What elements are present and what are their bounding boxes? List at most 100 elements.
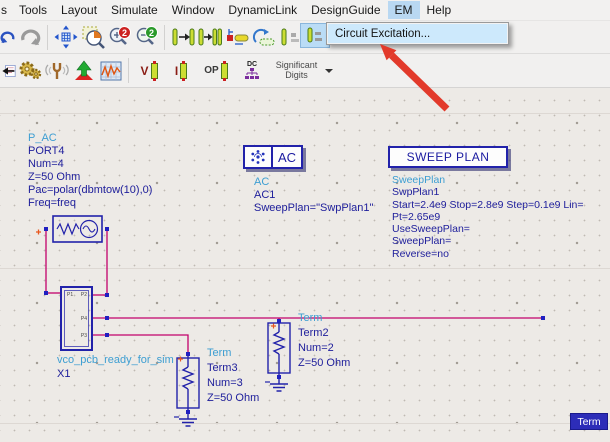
menu-item-tools[interactable]: Tools (12, 1, 54, 19)
zoom-to-fit-icon (54, 25, 77, 49)
toolbar-row-2: V I OP DC Significant Digits (0, 53, 610, 88)
x1-subcircuit-symbol[interactable]: P1 P2 P4 P3 (60, 286, 93, 351)
redo-button[interactable] (16, 24, 43, 51)
term2-annotation[interactable]: Term Term2 Num=2 Z=50 Ohm (298, 311, 350, 371)
menu-bar: s Tools Layout Simulate Window DynamicLi… (0, 0, 610, 20)
voltage-probe-icon (150, 60, 158, 81)
pin-label-p3: P3 (81, 333, 87, 339)
menu-item-designguide[interactable]: DesignGuide (304, 1, 387, 19)
toolbar-separator (128, 58, 129, 83)
current-label-button[interactable]: I (165, 57, 197, 84)
sweep-plan-param: SwpPlan1 (392, 186, 440, 199)
chevron-down-icon (324, 68, 333, 73)
op-label-button[interactable]: OP (197, 57, 235, 84)
menu-item-layout[interactable]: Layout (54, 1, 104, 19)
back-annotate-button[interactable] (0, 57, 16, 84)
insert-pin-icon (172, 28, 194, 46)
svg-text:2: 2 (148, 28, 153, 38)
pin-label-p4: P4 (81, 316, 87, 322)
x1-instance-name: vco_pcb_ready_for_sim (57, 354, 174, 366)
data-display-button[interactable] (97, 57, 124, 84)
toolbar-separator (164, 24, 165, 50)
insert-pin-double-icon (198, 28, 222, 46)
insert-pin-double-button[interactable] (196, 24, 223, 51)
undo-button[interactable] (0, 24, 16, 51)
svg-text:2: 2 (121, 28, 126, 38)
schematic-canvas[interactable]: P1 P2 P4 P3 AC SWEEP PLAN P_AC PORT4 Num… (0, 88, 610, 442)
pin-hover-icon (307, 27, 322, 42)
sweep-plan-box[interactable]: SWEEP PLAN (388, 146, 508, 168)
pac-param: Num=4 (28, 158, 64, 170)
zoom-in-2x-icon: 2 (109, 26, 131, 45)
menu-item-cutoff[interactable]: s (0, 1, 12, 19)
sweep-plan-param: UseSweepPlan= (392, 223, 470, 236)
voltage-letter: V (140, 63, 149, 78)
sweep-plan-param: SweepPlan= (392, 235, 452, 248)
data-display-icon (100, 61, 121, 80)
dc-label: DC (246, 61, 258, 68)
zoom-area-button[interactable] (79, 24, 106, 51)
tune-icon (44, 62, 69, 79)
zoom-in-2x-button[interactable]: 2 (106, 24, 133, 51)
menu-item-dynamiclink[interactable]: DynamicLink (221, 1, 304, 19)
ac-annotation[interactable]: AC AC1 SweepPlan="SwpPlan1" (254, 176, 373, 215)
zoom-area-icon (82, 26, 105, 49)
current-probe-icon (180, 60, 188, 81)
op-letters: OP (204, 65, 219, 76)
term3-param: Term3 (207, 362, 238, 374)
pin-label-p1: P1 (67, 292, 73, 298)
term2-instance-name: Term (298, 312, 323, 324)
pac-param: Z=50 Ohm (28, 171, 81, 183)
dc-annotation-icon (245, 68, 259, 79)
significant-digits-label: Significant Digits (275, 60, 318, 80)
simulation-settings-button[interactable] (16, 57, 43, 84)
sweep-plan-box-label: SWEEP PLAN (406, 150, 490, 164)
term3-symbol[interactable] (174, 356, 200, 427)
sweep-plan-param: Reverse=no (392, 247, 449, 260)
term3-annotation[interactable]: Term Term3 Num=3 Z=50 Ohm (207, 346, 259, 406)
sweep-plan-param: Pt=2.65e9 (392, 210, 441, 223)
dc-annotation-button[interactable]: DC (235, 57, 269, 84)
term3-instance-name: Term (207, 347, 232, 359)
zoom-to-fit-button[interactable] (52, 24, 79, 51)
redo-icon (20, 29, 40, 46)
menu-item-window[interactable]: Window (165, 1, 222, 19)
ac-starburst-icon (251, 150, 265, 164)
term2-param: Num=2 (298, 342, 334, 354)
x1-annotation[interactable]: vco_pcb_ready_for_sim X1 (57, 353, 174, 381)
push-into-button[interactable] (223, 24, 250, 51)
toolbar-separator (47, 24, 48, 50)
ac-box-label: AC (277, 149, 297, 165)
term2-symbol[interactable] (265, 322, 291, 392)
optimize-button[interactable] (70, 57, 97, 84)
optimize-icon (74, 60, 93, 80)
pop-out-icon (252, 28, 274, 46)
tune-button[interactable] (43, 57, 70, 84)
current-letter: I (174, 63, 179, 78)
menu-item-circuit-excitation[interactable]: Circuit Excitation... (328, 24, 507, 43)
undo-icon (0, 31, 15, 44)
ac-box-icon-cell (245, 147, 273, 167)
ac-instance-name: AC (254, 176, 270, 188)
pac-param: Pac=polar(dbmtow(10),0) (28, 184, 153, 196)
significant-digits-button[interactable]: Significant Digits (269, 57, 335, 84)
pac-annotation[interactable]: P_AC PORT4 Num=4 Z=50 Ohm Pac=polar(dbmt… (28, 132, 152, 210)
zoom-out-2x-button[interactable]: 2 (133, 24, 160, 51)
term3-param: Num=3 (207, 377, 243, 389)
insert-pin-button[interactable] (169, 24, 196, 51)
pac-instance-name: P_AC (28, 132, 57, 144)
term3-param: Z=50 Ohm (207, 392, 260, 404)
sweep-plan-param: Start=2.4e9 Stop=2.8e9 Step=0.1e9 Lin= (392, 198, 584, 211)
menu-item-simulate[interactable]: Simulate (104, 1, 165, 19)
menu-item-help[interactable]: Help (420, 1, 459, 19)
ac-param: SweepPlan="SwpPlan1" (254, 202, 374, 214)
term-selection-badge[interactable]: Term (570, 413, 608, 430)
ac-controller-box[interactable]: AC (243, 145, 303, 169)
menu-item-em[interactable]: EM (387, 1, 420, 19)
pop-out-button[interactable] (250, 24, 277, 51)
x1-refdes: X1 (57, 368, 71, 380)
pac-param: Freq=freq (28, 197, 76, 209)
simulation-settings-icon (19, 61, 41, 79)
voltage-label-button[interactable]: V (133, 57, 165, 84)
sweep-plan-annotation[interactable]: SweepPlan SwpPlan1 Start=2.4e9 Stop=2.8e… (392, 174, 584, 260)
